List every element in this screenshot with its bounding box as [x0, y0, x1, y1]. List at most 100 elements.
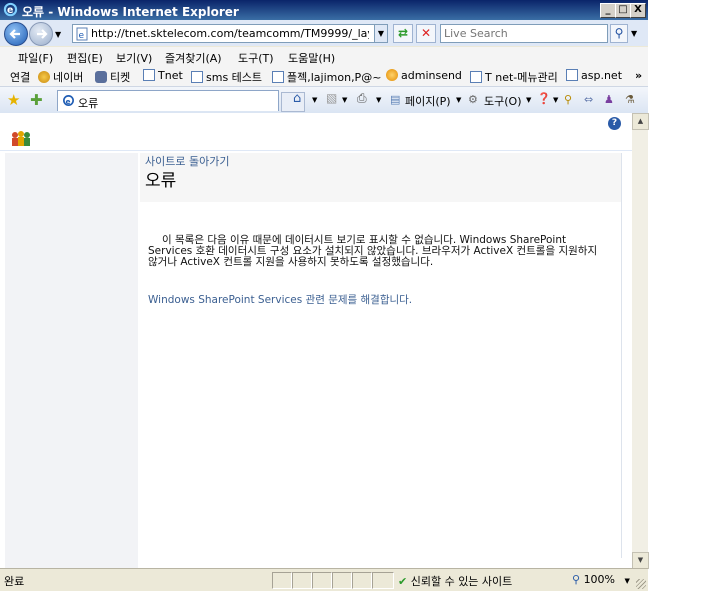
- print-chevron-icon[interactable]: ▼: [376, 96, 381, 104]
- people-icon: [12, 131, 30, 146]
- link-aspnet[interactable]: asp.net: [566, 69, 622, 82]
- arrow-right-icon: [37, 29, 48, 39]
- ie-page-icon: [143, 69, 155, 81]
- tools-menu[interactable]: 도구(O): [484, 93, 521, 109]
- status-cell: [332, 572, 352, 589]
- ie-page-icon: [272, 71, 284, 83]
- print-icon[interactable]: ⎙: [357, 91, 367, 106]
- ie-page-icon: [470, 71, 482, 83]
- scroll-up-icon[interactable]: ▲: [632, 113, 649, 130]
- link-sms-test[interactable]: sms 테스트: [191, 69, 262, 85]
- link-tnet[interactable]: Tnet: [143, 69, 183, 82]
- help-chevron-icon[interactable]: ▼: [553, 96, 558, 104]
- left-navigation: [5, 153, 138, 568]
- refresh-icon: ⇄: [397, 26, 409, 40]
- resize-grip-icon[interactable]: [636, 579, 646, 589]
- address-toolbar: ▼ e ▼ ⇄ ✕ ⚲ ▼: [0, 20, 648, 46]
- link-ticket[interactable]: 티켓: [95, 69, 130, 85]
- search-input[interactable]: [444, 26, 602, 40]
- search-button[interactable]: ⚲: [610, 24, 628, 43]
- page-icon: e: [76, 27, 88, 41]
- messenger-icon[interactable]: ♟: [604, 93, 614, 106]
- command-bar: ★ ✚ e 오류 ⌂ ▼ ▧ ▼ ⎙ ▼ ▤ 페이지(P) ▼ ⚙ 도구(O) …: [0, 87, 648, 114]
- menu-edit[interactable]: 편집(E): [67, 50, 103, 66]
- url-box[interactable]: e ▼: [72, 24, 388, 43]
- add-favorite-icon[interactable]: ✚: [30, 91, 43, 109]
- tab-error[interactable]: e 오류: [57, 90, 279, 111]
- ie-page-icon: [191, 71, 203, 83]
- link-tnet-menu[interactable]: T net-메뉴관리: [470, 69, 558, 85]
- title-area: 사이트로 돌아가기 오류: [140, 153, 621, 202]
- favorites-star-icon[interactable]: ★: [7, 91, 20, 109]
- link-adminsend[interactable]: adminsend: [386, 69, 462, 82]
- error-message: 이 목록은 다음 이유 때문에 데이터시트 보기로 표시할 수 없습니다. Wi…: [148, 234, 598, 268]
- url-dropdown-icon[interactable]: ▼: [374, 25, 387, 42]
- svg-text:e: e: [7, 5, 13, 16]
- scroll-down-icon[interactable]: ▼: [632, 552, 649, 569]
- troubleshoot-link[interactable]: Windows SharePoint Services 관련 문제를 해결합니다…: [148, 292, 412, 307]
- status-text: 완료: [4, 575, 25, 588]
- blog-icon[interactable]: ⇔: [584, 93, 593, 106]
- menu-favorites[interactable]: 즐겨찾기(A): [165, 50, 222, 66]
- status-cell: [272, 572, 292, 589]
- refresh-button[interactable]: ⇄: [393, 24, 413, 43]
- links-bar: 연결 네이버 티켓 Tnet sms 테스트 플젝,lajimon,P@~ ad…: [0, 66, 648, 87]
- zoom-chevron-icon: ▼: [624, 577, 630, 585]
- feeds-icon[interactable]: ▧: [326, 91, 337, 105]
- link-naver[interactable]: 네이버: [38, 69, 83, 85]
- ticket-icon: [95, 71, 107, 83]
- research-icon[interactable]: ⚲: [564, 93, 572, 106]
- page-icon: ▤: [390, 93, 401, 106]
- back-button[interactable]: [4, 22, 28, 46]
- feeds-chevron-icon[interactable]: ▼: [342, 96, 347, 104]
- page-menu[interactable]: 페이지(P): [405, 93, 451, 109]
- menu-tools[interactable]: 도구(T): [238, 50, 274, 66]
- title-bar[interactable]: e 오류 - Windows Internet Explorer _ □ X: [0, 0, 648, 20]
- zoom-level: 100%: [583, 573, 616, 586]
- help-menu-icon[interactable]: ❓: [537, 92, 551, 105]
- security-zone[interactable]: ✔ 신뢰할 수 있는 사이트: [398, 573, 512, 589]
- close-button[interactable]: X: [630, 3, 646, 18]
- page-title: 오류: [145, 171, 177, 191]
- links-more-chevron-icon[interactable]: »: [635, 69, 642, 82]
- recent-pages-chevron-icon[interactable]: ▼: [55, 30, 61, 39]
- svg-text:e: e: [66, 97, 71, 106]
- sharepoint-header: ?: [0, 113, 632, 151]
- forward-button[interactable]: [29, 22, 53, 46]
- tools-chevron-icon[interactable]: ▼: [526, 96, 531, 104]
- home-icon[interactable]: ⌂: [293, 91, 301, 106]
- menu-bar: 파일(F) 편집(E) 보기(V) 즐겨찾기(A) 도구(T) 도움말(H): [0, 47, 648, 67]
- menu-view[interactable]: 보기(V): [116, 50, 152, 66]
- status-cell: [372, 572, 394, 589]
- naver-icon: [38, 71, 50, 83]
- tools-extra-icon[interactable]: ⚗: [625, 93, 635, 106]
- ie-logo-icon: e: [3, 2, 18, 17]
- home-chevron-icon[interactable]: ▼: [312, 96, 317, 104]
- adminsend-icon: [386, 69, 398, 81]
- status-cell: [312, 572, 332, 589]
- search-options-chevron-icon[interactable]: ▼: [631, 29, 637, 38]
- ie-page-icon: [566, 69, 578, 81]
- maximize-button[interactable]: □: [615, 3, 631, 18]
- minimize-button[interactable]: _: [600, 3, 616, 18]
- zoom-control[interactable]: ⚲ 100% ▼: [572, 573, 630, 586]
- vertical-scrollbar[interactable]: ▲ ▼: [632, 113, 649, 569]
- zoom-icon: ⚲: [572, 573, 581, 586]
- menu-file[interactable]: 파일(F): [18, 50, 53, 66]
- search-icon: ⚲: [614, 26, 624, 40]
- url-input[interactable]: [91, 26, 369, 40]
- status-bar: 완료 ✔ 신뢰할 수 있는 사이트 ⚲ 100% ▼: [0, 568, 648, 591]
- arrow-left-icon: [9, 29, 20, 39]
- gear-icon: ⚙: [468, 93, 478, 106]
- menu-help[interactable]: 도움말(H): [288, 50, 335, 66]
- tab-title: 오류: [78, 97, 99, 110]
- page-chevron-icon[interactable]: ▼: [456, 96, 461, 104]
- svg-text:e: e: [79, 31, 85, 41]
- checkmark-icon: ✔: [398, 575, 408, 588]
- help-icon[interactable]: ?: [608, 117, 621, 130]
- search-box[interactable]: [440, 24, 608, 43]
- page-content: ? 사이트로 돌아가기 오류 이 목록은 다음 이유 때문에 데이터시트 보기로…: [0, 113, 632, 568]
- security-zone-label: 신뢰할 수 있는 사이트: [410, 575, 513, 588]
- stop-button[interactable]: ✕: [416, 24, 436, 43]
- link-project[interactable]: 플젝,lajimon,P@~: [272, 69, 381, 85]
